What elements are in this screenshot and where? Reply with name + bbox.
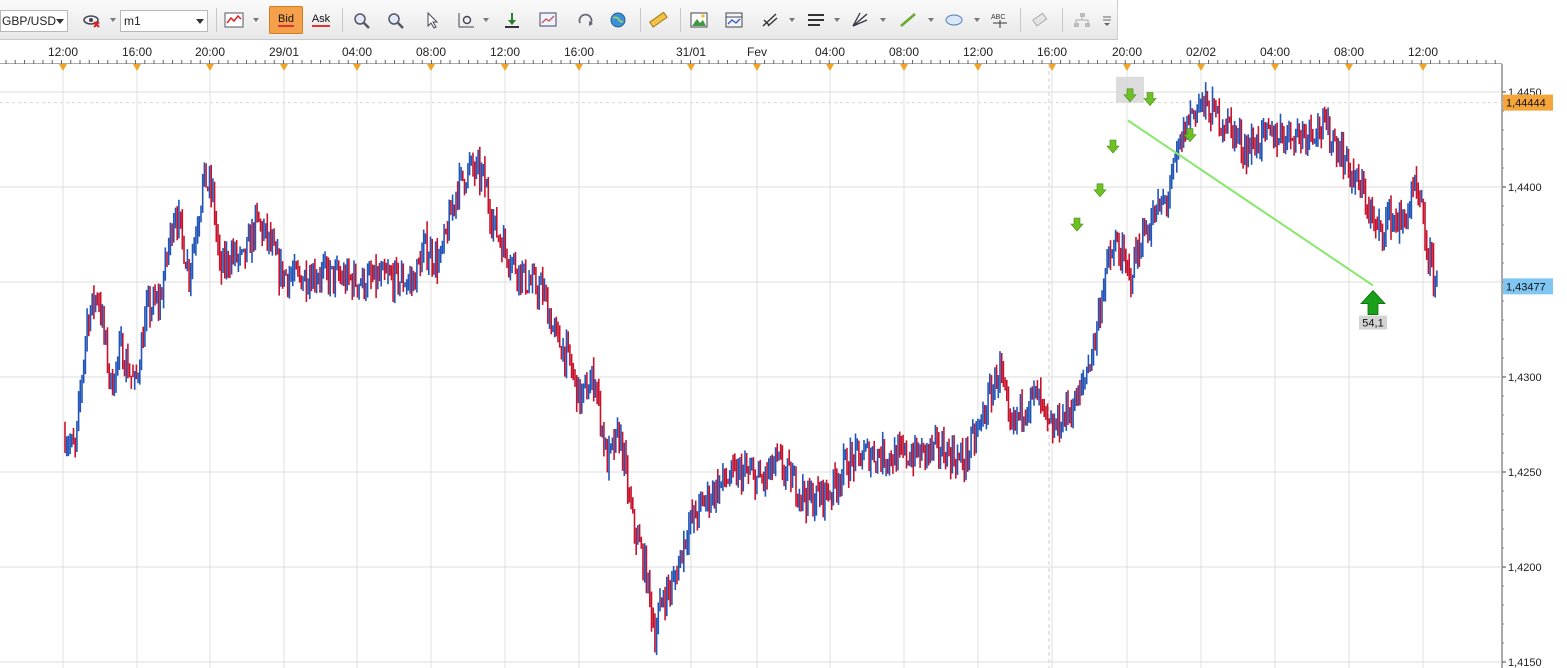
toolbar-divider <box>1020 8 1021 32</box>
image-icon[interactable] <box>687 6 711 34</box>
time-tick-label: 12:00 <box>48 45 78 59</box>
gann-fan-icon[interactable] <box>848 6 872 34</box>
globe-icon[interactable] <box>606 6 630 34</box>
time-tick-label: 08:00 <box>416 45 446 59</box>
chevron-down-icon <box>196 19 204 24</box>
toolbar-divider <box>640 8 641 32</box>
measure-label: 54,1 <box>1362 318 1383 330</box>
horizontal-lines-icon[interactable] <box>804 6 828 34</box>
caret-down-icon[interactable] <box>880 18 886 22</box>
crosshair-zoom-icon[interactable] <box>454 6 478 34</box>
time-tick-label: 12:00 <box>490 45 520 59</box>
caret-down-icon[interactable] <box>253 18 259 22</box>
bid-button[interactable]: Bid <box>269 6 303 34</box>
toolbar-menu-icon[interactable] <box>1100 6 1114 34</box>
timeframe-select[interactable]: m1 <box>120 10 208 32</box>
zoom-in-icon[interactable] <box>350 6 374 34</box>
toolbar-divider <box>342 8 343 32</box>
price-chart[interactable]: 12:00 16:00 20:00 29/01 04:00 08:00 12:00 16:00… <box>0 40 1567 668</box>
chart-type-icon[interactable] <box>222 6 246 34</box>
svg-text:ABC: ABC <box>991 14 1005 21</box>
caret-down-icon[interactable] <box>974 18 980 22</box>
caret-down-icon[interactable] <box>928 18 934 22</box>
timeframe-label: m1 <box>124 14 141 28</box>
time-tick-label: 04:00 <box>342 45 372 59</box>
time-tick-label: 16:00 <box>122 45 152 59</box>
price-tick-label: 1,4250 <box>1508 467 1542 479</box>
price-tick-label: 1,4200 <box>1508 562 1542 574</box>
ask-label: Ask <box>311 13 331 27</box>
time-tick-label: 31/01 <box>676 45 706 59</box>
toolbar-divider <box>1062 8 1063 32</box>
cursor-icon[interactable] <box>420 6 444 34</box>
chevron-down-icon <box>56 19 64 24</box>
scroll-end-icon[interactable] <box>500 6 524 34</box>
symbol-label: GBP/USD <box>2 14 57 28</box>
time-tick-label: 16:00 <box>564 45 594 59</box>
caret-down-icon[interactable] <box>483 18 489 22</box>
price-tick-label: 1,4150 <box>1508 657 1542 668</box>
bid-price-tag: 1,44444 <box>1506 98 1546 110</box>
toolbar-divider <box>680 8 681 32</box>
time-tick-label: 08:00 <box>889 45 919 59</box>
time-tick-label: 04:00 <box>1260 45 1290 59</box>
price-tick-label: 1,4300 <box>1508 372 1542 384</box>
chart-window-icon[interactable] <box>536 6 560 34</box>
time-tick-label: Fev <box>747 45 767 59</box>
time-tick-label: 04:00 <box>815 45 845 59</box>
caret-down-icon[interactable] <box>789 18 795 22</box>
price-tick-label: 1,4400 <box>1508 182 1542 194</box>
chart-toolbar: GBP/USD m1 Bid Ask ABC <box>0 0 1118 40</box>
trend-line-icon[interactable] <box>896 6 920 34</box>
caret-down-icon[interactable] <box>834 18 840 22</box>
caret-down-icon[interactable] <box>110 18 116 22</box>
ask-button[interactable]: Ask <box>307 6 335 34</box>
time-tick-label: 12:00 <box>963 45 993 59</box>
time-tick-label: 20:00 <box>1112 45 1142 59</box>
current-price-tag: 1,43477 <box>1506 281 1546 293</box>
time-tick-label: 29/01 <box>269 45 299 59</box>
zoom-out-icon[interactable] <box>384 6 408 34</box>
eraser-icon[interactable] <box>1028 6 1052 34</box>
ellipse-icon[interactable] <box>942 6 966 34</box>
symbol-select[interactable]: GBP/USD <box>0 10 68 32</box>
text-tool-icon[interactable]: ABC <box>988 6 1012 34</box>
bid-label: Bid <box>278 13 294 27</box>
refresh-icon[interactable] <box>574 6 598 34</box>
hide-icon[interactable] <box>80 6 104 34</box>
indicator-window-icon[interactable] <box>722 6 746 34</box>
toolbar-divider <box>216 8 217 32</box>
time-tick-label: 12:00 <box>1408 45 1438 59</box>
time-tick-label: 20:00 <box>195 45 225 59</box>
time-tick-label: 02/02 <box>1186 45 1216 59</box>
time-tick-label: 16:00 <box>1037 45 1067 59</box>
ruler-icon[interactable] <box>646 6 670 34</box>
hierarchy-icon[interactable] <box>1070 6 1094 34</box>
time-tick-label: 08:00 <box>1334 45 1364 59</box>
fibonacci-icon[interactable] <box>758 6 782 34</box>
